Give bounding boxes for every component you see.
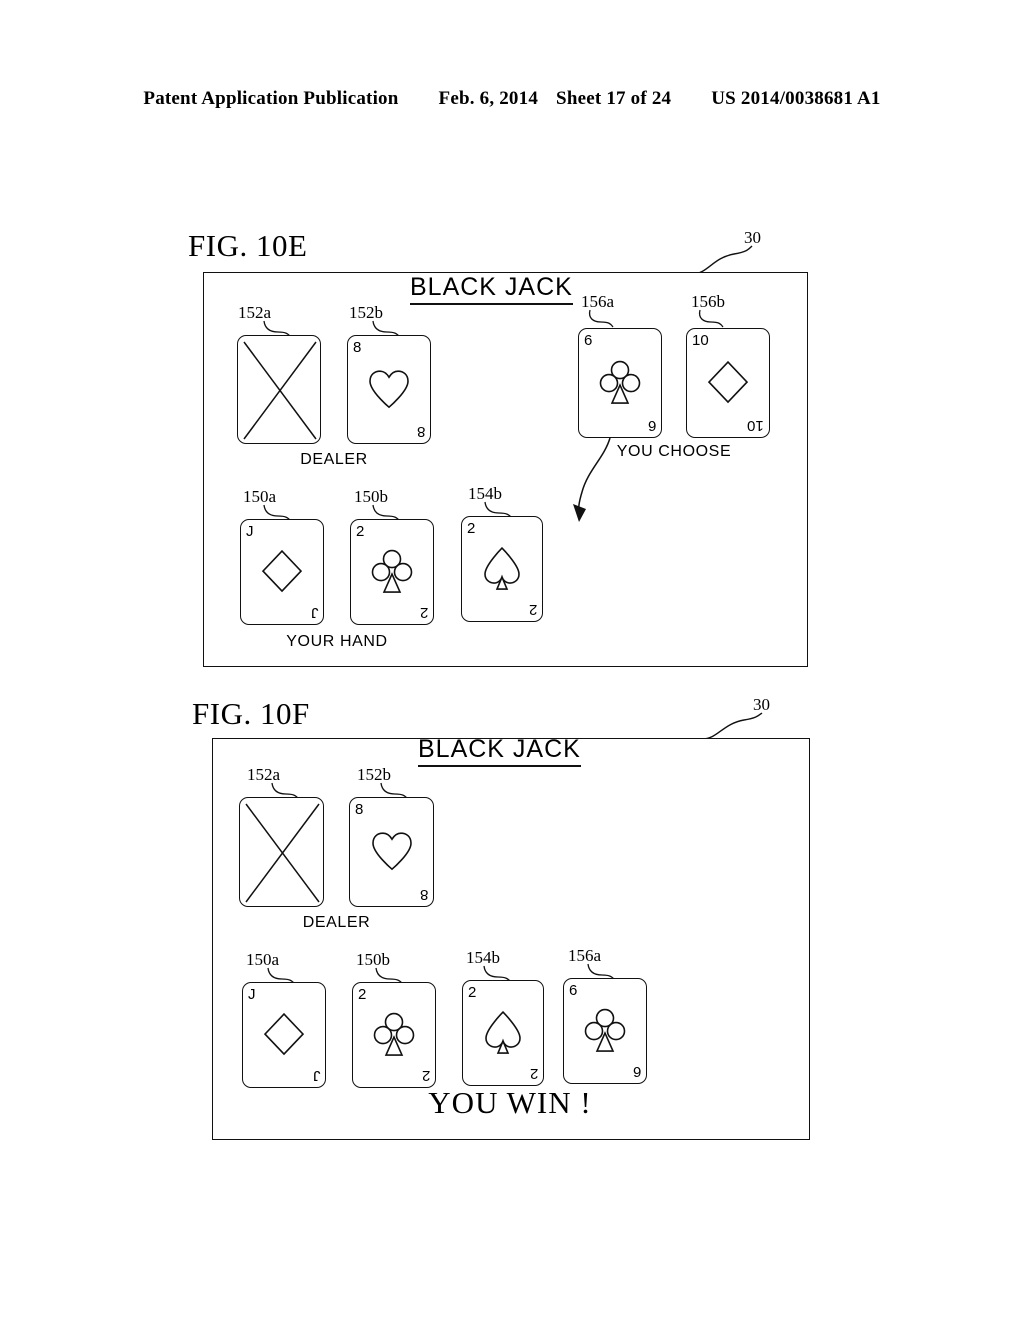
dealer-card-152b[interactable]: 8 8	[347, 335, 431, 444]
card-rank-top-left: 2	[467, 520, 476, 537]
card-rank-top-left: 2	[356, 523, 365, 540]
leader-line-156b-fig10e	[698, 309, 724, 328]
card-rank-bottom-right: 2	[529, 1065, 538, 1082]
page-header: Patent Application Publication Feb. 6, 20…	[0, 88, 1024, 110]
card-rank-bottom-right: 8	[419, 886, 428, 903]
card-rank-bottom-right: 6	[632, 1063, 641, 1080]
dealer-card-152a-facedown[interactable]	[239, 797, 324, 907]
card-back-x-icon	[245, 803, 320, 903]
card-rank-top-left: J	[246, 523, 254, 540]
heart-icon	[350, 831, 433, 871]
card-rank-top-left: 10	[692, 332, 709, 349]
hand-card-154b-fig10f[interactable]: 2 2	[462, 980, 544, 1086]
club-icon	[579, 359, 661, 405]
card-rank-top-left: 6	[584, 332, 593, 349]
hand-card-150a-fig10f[interactable]: J J	[242, 982, 326, 1088]
card-rank-top-left: 2	[468, 984, 477, 1001]
leader-line-156a-fig10e	[588, 309, 614, 328]
hand-card-156a-fig10f[interactable]: 6 6	[563, 978, 647, 1084]
hand-card-150a[interactable]: J J	[240, 519, 324, 625]
card-rank-bottom-right: 2	[419, 604, 428, 621]
game-title-fig10e: BLACK JACK	[410, 273, 573, 305]
result-message-fig10f: YOU WIN !	[428, 1085, 592, 1120]
diamond-icon	[687, 359, 769, 405]
card-rank-bottom-right: 8	[416, 423, 425, 440]
card-rank-bottom-right: J	[310, 604, 319, 621]
card-rank-bottom-right: 2	[421, 1067, 430, 1084]
hand-card-154b[interactable]: 2 2	[461, 516, 543, 622]
header-publication: Patent Application Publication	[143, 88, 399, 109]
heart-icon	[348, 369, 430, 409]
card-rank-top-left: 6	[569, 982, 578, 999]
spade-icon	[463, 1009, 543, 1055]
card-rank-top-left: 2	[358, 986, 367, 1003]
choose-caption-fig10e: YOU CHOOSE	[616, 443, 732, 460]
club-icon	[351, 548, 433, 594]
dealer-card-152a-facedown[interactable]	[237, 335, 321, 444]
club-icon	[564, 1007, 646, 1053]
diamond-icon	[243, 1011, 325, 1057]
card-rank-bottom-right: 6	[647, 417, 656, 434]
club-icon	[353, 1011, 435, 1057]
card-rank-top-left: J	[248, 986, 256, 1003]
spade-icon	[462, 545, 542, 591]
dealer-caption-fig10e: DEALER	[300, 451, 368, 468]
card-rank-bottom-right: 10	[747, 417, 764, 434]
header-sheet: Sheet 17 of 24	[556, 88, 672, 109]
card-back-x-icon	[243, 341, 317, 440]
dealer-card-152b[interactable]: 8 8	[349, 797, 434, 907]
card-rank-bottom-right: J	[312, 1067, 321, 1084]
hand-caption-fig10e: YOUR HAND	[286, 633, 388, 650]
dealer-caption-fig10f: DEALER	[302, 914, 371, 931]
game-title-fig10f: BLACK JACK	[418, 735, 581, 767]
choose-card-156b[interactable]: 10 10	[686, 328, 770, 438]
patent-drawing-page: Patent Application Publication Feb. 6, 20…	[0, 0, 1024, 1320]
diamond-icon	[241, 548, 323, 594]
card-rank-top-left: 8	[353, 339, 362, 356]
header-patent-number: US 2014/0038681 A1	[711, 88, 881, 109]
hand-card-150b[interactable]: 2 2	[350, 519, 434, 625]
choose-card-156a[interactable]: 6 6	[578, 328, 662, 438]
figure-label-10f: FIG. 10F	[192, 696, 310, 731]
card-rank-top-left: 8	[355, 801, 364, 818]
hand-card-150b-fig10f[interactable]: 2 2	[352, 982, 436, 1088]
header-date: Feb. 6, 2014	[438, 88, 539, 109]
figure-label-10e: FIG. 10E	[188, 228, 308, 263]
card-rank-bottom-right: 2	[528, 601, 537, 618]
